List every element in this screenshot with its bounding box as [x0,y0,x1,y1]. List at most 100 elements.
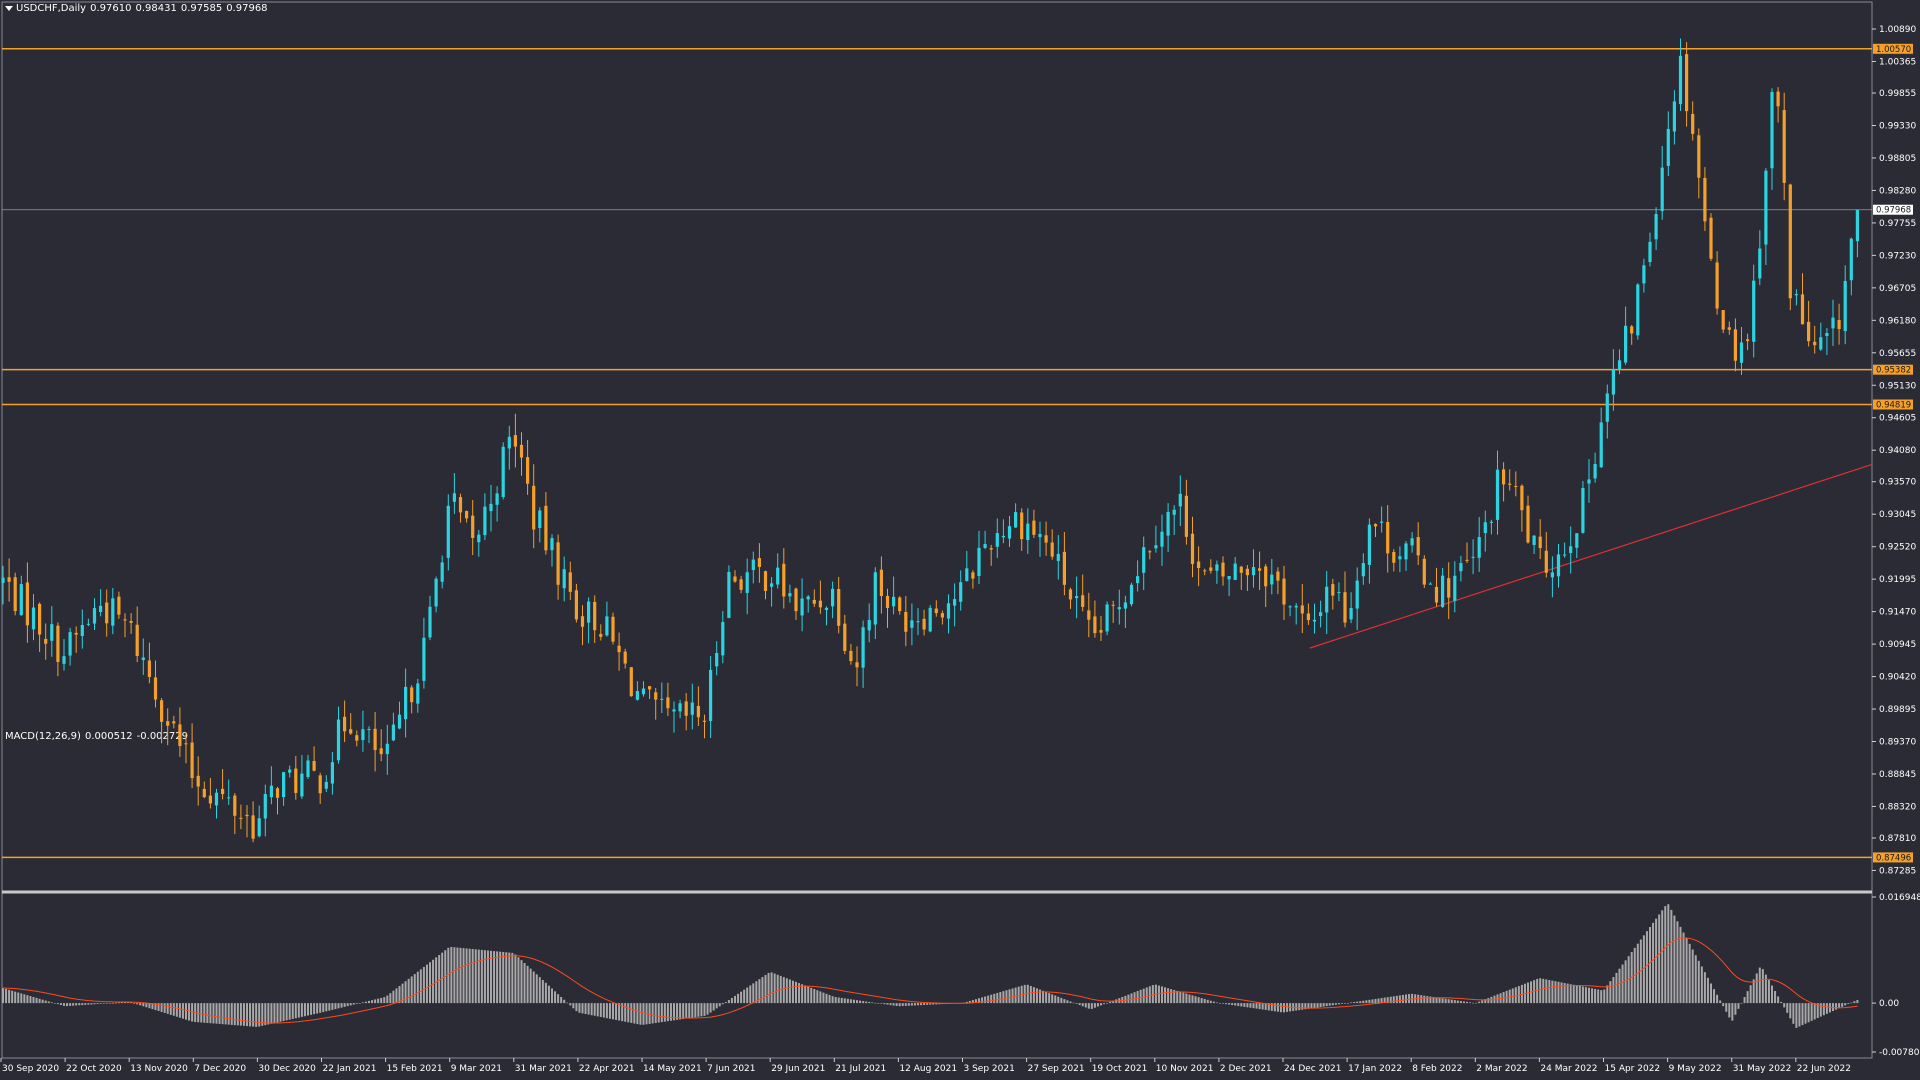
candle [1404,541,1408,571]
candle-body [1593,463,1597,479]
candle [1624,306,1628,365]
macd-bar [1093,1003,1096,1008]
candle-body [1453,575,1457,601]
macd-bar [1011,988,1014,1004]
candle-body [1398,556,1402,560]
macd-bar [1670,909,1673,1004]
macd-bar [1664,906,1667,1004]
macd-tick-label: 0.00 [1879,999,1899,1009]
candle-body [1105,604,1109,632]
candle-body [135,624,139,656]
macd-bar [535,974,538,1004]
date-tick-label: 21 Jul 2021 [835,1064,886,1074]
candle-body [312,761,316,771]
macd-tick-label: 0.016948 [1879,893,1920,903]
candle-body [599,633,603,637]
candle [831,581,835,619]
candle-body [922,618,926,630]
candle-body [745,572,749,593]
macd-bar [102,1003,105,1004]
candle [709,655,713,738]
candle-body [1630,326,1634,334]
macd-bar [999,992,1002,1004]
candle-body [1190,533,1195,564]
macd-bar [1405,994,1407,1004]
macd-bar [1350,1002,1353,1004]
price-tick-label: 0.88320 [1879,802,1916,812]
candle-body [818,600,822,608]
macd-bar [737,993,740,1004]
candle-body [1428,583,1432,585]
candle-body [1276,571,1280,581]
candle [1807,300,1811,347]
macd-bar [422,966,425,1004]
date-tick-label: 8 Feb 2022 [1412,1064,1462,1074]
price-chart[interactable]: 1.00890 1.00365 0.99855 0.99330 0.98805 0.982… [0,0,1920,1080]
macd-bar [1459,1000,1462,1004]
candle-body [1392,552,1396,563]
candle [977,530,981,585]
macd-bar [1246,1003,1249,1008]
candle [489,484,493,532]
macd-bar [459,947,462,1004]
candle-body [13,577,17,612]
candle-body [1483,522,1487,534]
candle-body [1270,574,1274,585]
candle-body [666,697,670,709]
candle [1264,564,1268,608]
level-price-label: 0.95382 [1876,366,1911,376]
candle-body [1678,55,1683,105]
macd-bar [633,1003,636,1024]
macd-bar [1594,988,1597,1004]
macd-bar [398,985,401,1004]
candle [1105,601,1109,636]
macd-bar [801,984,804,1004]
candle [111,587,115,635]
macd-bar [1740,1002,1743,1004]
candle-body [184,743,188,745]
candle-body [831,588,835,607]
candle-body [221,788,225,795]
candle [1227,576,1231,597]
candle-body [141,657,145,661]
candle-body [330,762,334,784]
macd-bar [1032,987,1035,1004]
macd-bar [1109,1001,1112,1004]
macd-bar [364,1001,367,1004]
candle [336,706,341,764]
macd-bar [1682,932,1685,1004]
candle [648,685,652,699]
candle [452,473,456,514]
candle-body [410,687,414,703]
candle [147,642,151,684]
macd-bar [96,1003,99,1005]
macd-bar [1103,1003,1106,1005]
candle [471,499,475,556]
macd-bar [770,972,773,1004]
macd-bar [544,982,547,1004]
macd-bar [1087,1003,1090,1009]
candle [31,594,36,641]
date-tick-label: 22 Jun 2022 [1797,1064,1851,1074]
macd-bar [1279,1003,1282,1013]
candle-body [556,542,560,585]
candle [190,723,194,789]
candle-body [1776,91,1780,107]
macd-bar [87,1003,90,1005]
macd-bar [1481,1000,1484,1004]
candle [1032,509,1036,538]
macd-bar [718,1003,721,1007]
candle [721,611,725,664]
macd-bar [209,1003,212,1024]
candle-body [904,611,908,632]
candle [580,605,585,646]
candle-body [526,457,530,484]
candle [1026,508,1030,554]
candle [373,712,377,772]
candle [1697,128,1701,199]
macd-bar [993,993,996,1004]
candle-body [1361,563,1365,577]
macd-bar [468,948,471,1004]
macd-bar [526,965,529,1004]
candle [306,754,310,779]
